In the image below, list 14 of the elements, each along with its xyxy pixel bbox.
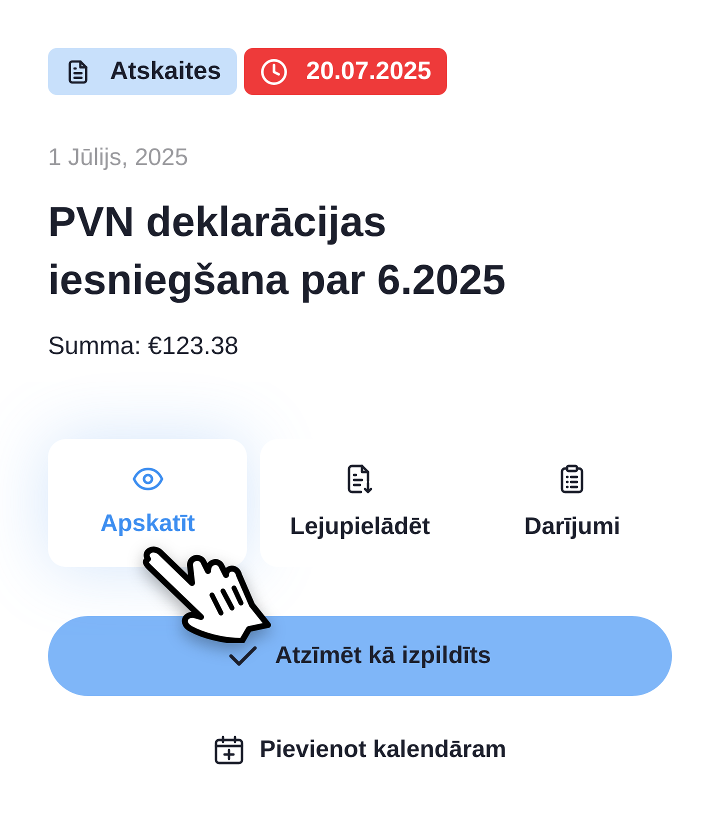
- eye-icon: [132, 467, 164, 491]
- date-text: 1 Jūlijs, 2025: [48, 143, 190, 173]
- file-download-icon: [346, 464, 374, 494]
- add-to-calendar-link[interactable]: Pievienot kalendāram: [214, 732, 506, 768]
- clock-icon: [260, 58, 288, 86]
- amount-text: Summa: €123.38: [48, 331, 240, 362]
- calendar-plus-icon: [214, 735, 244, 765]
- hand-cursor-icon: [140, 545, 272, 643]
- task-title: PVN deklarācijas iesniegšana par 6.2025: [48, 197, 507, 305]
- tag-label: 20.07.2025: [306, 56, 432, 87]
- mark-done-button[interactable]: Atzīmēt kā izpildīts: [48, 616, 672, 696]
- tag-label: Atskaites: [110, 56, 222, 87]
- clipboard-list-icon: [559, 464, 586, 494]
- checkmark-icon: [228, 645, 257, 667]
